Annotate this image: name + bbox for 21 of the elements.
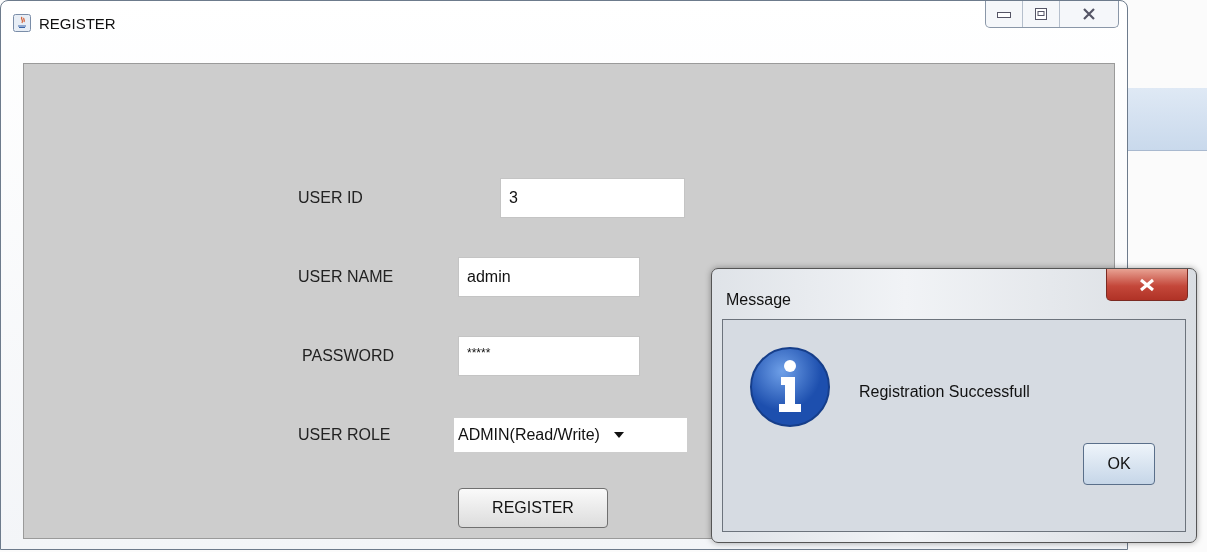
minimize-icon [997, 10, 1011, 18]
field-label: PASSWORD [301, 347, 396, 365]
password-field[interactable]: ***** [458, 336, 640, 376]
ok-button[interactable]: OK [1083, 443, 1155, 485]
dialog-title: Message [726, 291, 791, 309]
close-icon [1139, 277, 1155, 292]
app-icon [13, 14, 31, 32]
message-text: Registration Successfull [859, 383, 1031, 401]
field-label: USER ROLE [297, 426, 392, 444]
field-label: USER ID [297, 189, 364, 207]
field-label: USER NAME [297, 268, 395, 286]
close-button[interactable] [1106, 269, 1188, 301]
close-icon [1082, 8, 1096, 20]
window-title: REGISTER [39, 14, 116, 32]
role-dropdown[interactable]: ADMIN(Read/Write) [454, 418, 687, 452]
input-field[interactable]: admin [458, 257, 640, 297]
caret-icon [613, 432, 624, 438]
register-button[interactable]: REGISTER [458, 488, 608, 528]
maximize-icon [1035, 8, 1047, 20]
info-icon [749, 346, 831, 428]
input-field[interactable]: 3 [500, 178, 685, 218]
